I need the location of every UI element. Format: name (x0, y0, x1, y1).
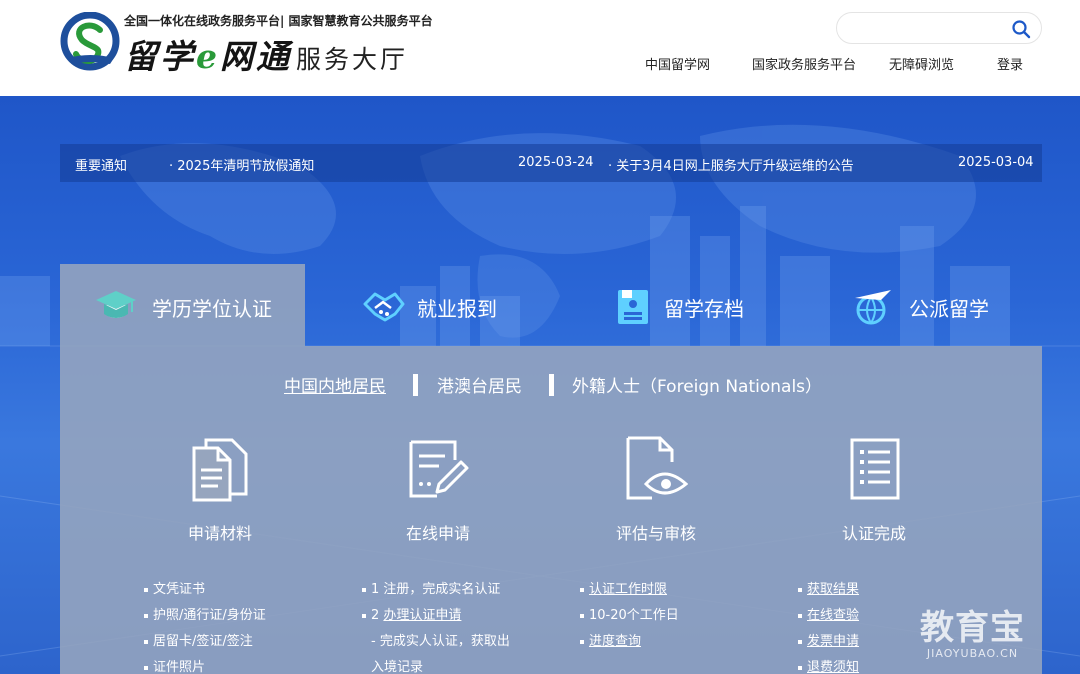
step-review-list: 认证工作时限 10-20个工作日 进度查询 (580, 580, 679, 658)
search-icon[interactable] (1011, 19, 1031, 39)
watermark-main: 教育宝 (920, 608, 1025, 648)
list-item: 10-20个工作日 (580, 606, 679, 632)
certification-panel: 中国内地居民 港澳台居民 外籍人士（Foreign Nationals） 申请材… (60, 346, 1042, 674)
brand-subtitle: 服务大厅 (296, 45, 409, 74)
site-header: 全国一体化在线政务服务平台| 国家智慧教育公共服务平台 留学e网通 服务大厅 中国… (0, 0, 1080, 96)
resident-type-tabs: 中国内地居民 港澳台居民 外籍人士（Foreign Nationals） (60, 372, 1042, 398)
tab-label: 留学存档 (664, 297, 744, 321)
brand-title-part1: 留学 (124, 37, 196, 76)
notice-item-title[interactable]: · 2025年清明节放假通知 (169, 155, 314, 174)
brand-title-part2: 网通 (220, 37, 292, 76)
step-title: 申请材料 (187, 524, 252, 543)
list-item-link[interactable]: 进度查询 (580, 632, 679, 658)
notice-label: 重要通知 (75, 159, 128, 174)
tab-degree-certification[interactable]: 学历学位认证 (60, 264, 305, 346)
step-online-apply-list: 1 注册，完成实名认证 2 办理认证申请 - 完成实人认证，获取出 入境记录 (362, 580, 510, 674)
subtab-divider (413, 374, 418, 396)
handshake-hands-icon (363, 292, 405, 322)
brand-title-e: e (196, 37, 220, 76)
tab-label: 学历学位认证 (152, 297, 272, 321)
list-item-link[interactable]: 在线查验 (798, 606, 859, 632)
search-input[interactable] (851, 18, 1011, 38)
document-eye-icon (626, 436, 688, 500)
hero-section: 重要通知 · 2025年清明节放假通知 2025-03-24 · 关于3月4日网… (0, 96, 1080, 674)
tab-label: 就业报到 (417, 297, 497, 321)
list-item: 1 注册，完成实名认证 (362, 580, 510, 606)
step-complete-list: 获取结果 在线查验 发票申请 退费须知 (798, 580, 859, 674)
subtab-mainland-residents[interactable]: 中国内地居民 (284, 372, 386, 397)
watermark-sub: JIAOYUBAO.CN (926, 647, 1019, 660)
notice-item-date: 2025-03-24 (518, 155, 594, 170)
subtab-hk-macao-taiwan[interactable]: 港澳台居民 (437, 372, 522, 397)
nav-link-cscse[interactable]: 中国留学网 (645, 54, 710, 73)
notice-item-date: 2025-03-04 (958, 155, 1034, 170)
search-box (836, 12, 1042, 44)
step-title: 认证完成 (841, 524, 906, 543)
nav-link-gov-service[interactable]: 国家政务服务平台 (752, 54, 856, 73)
watermark: 教育宝 JIAOYUBAO.CN (920, 600, 1025, 660)
list-item-link[interactable]: 退费须知 (798, 658, 859, 674)
graduation-cap-icon (96, 291, 136, 318)
header-tagline: 全国一体化在线政务服务平台| 国家智慧教育公共服务平台 (124, 14, 433, 28)
step-title: 评估与审核 (615, 524, 696, 543)
tab-study-archive[interactable]: 留学存档 (550, 264, 795, 346)
step-title: 在线申请 (405, 524, 470, 543)
list-item: 护照/通行证/身份证 (144, 606, 266, 632)
nav-link-accessibility[interactable]: 无障碍浏览 (889, 54, 954, 73)
list-item-apply-link[interactable]: 2 办理认证申请 (362, 606, 510, 632)
globe-plane-icon (855, 290, 891, 325)
tab-employment-report[interactable]: 就业报到 (305, 264, 550, 346)
list-item: - 完成实人认证，获取出 (371, 634, 510, 649)
tab-label: 公派留学 (909, 297, 989, 321)
nav-link-login[interactable]: 登录 (997, 54, 1023, 73)
subtab-divider (549, 374, 554, 396)
documents-icon (192, 438, 248, 502)
list-item-link[interactable]: 发票申请 (798, 632, 859, 658)
step-materials-list: 文凭证书 护照/通行证/身份证 居留卡/签证/签注 证件照片 (144, 580, 266, 674)
archive-folder-icon (618, 290, 648, 324)
tab-public-study-abroad[interactable]: 公派留学 (795, 264, 1042, 346)
notice-bar: 重要通知 · 2025年清明节放假通知 2025-03-24 · 关于3月4日网… (60, 144, 1042, 182)
site-logo-icon[interactable] (60, 12, 122, 72)
list-item-link[interactable]: 认证工作时限 (580, 580, 679, 606)
list-item: 居留卡/签证/签注 (144, 632, 266, 658)
list-item-link[interactable]: 获取结果 (798, 580, 859, 606)
list-item: 入境记录 (371, 660, 424, 674)
brand-title[interactable]: 留学e网通 服务大厅 (124, 30, 408, 78)
notice-item-title[interactable]: · 关于3月4日网上服务大厅升级运维的公告 (608, 155, 854, 174)
list-item: 证件照片 (144, 658, 266, 674)
list-item: 文凭证书 (144, 580, 266, 606)
checklist-icon (850, 438, 900, 500)
edit-form-icon (409, 440, 469, 498)
subtab-foreign-nationals[interactable]: 外籍人士（Foreign Nationals） (572, 372, 822, 397)
